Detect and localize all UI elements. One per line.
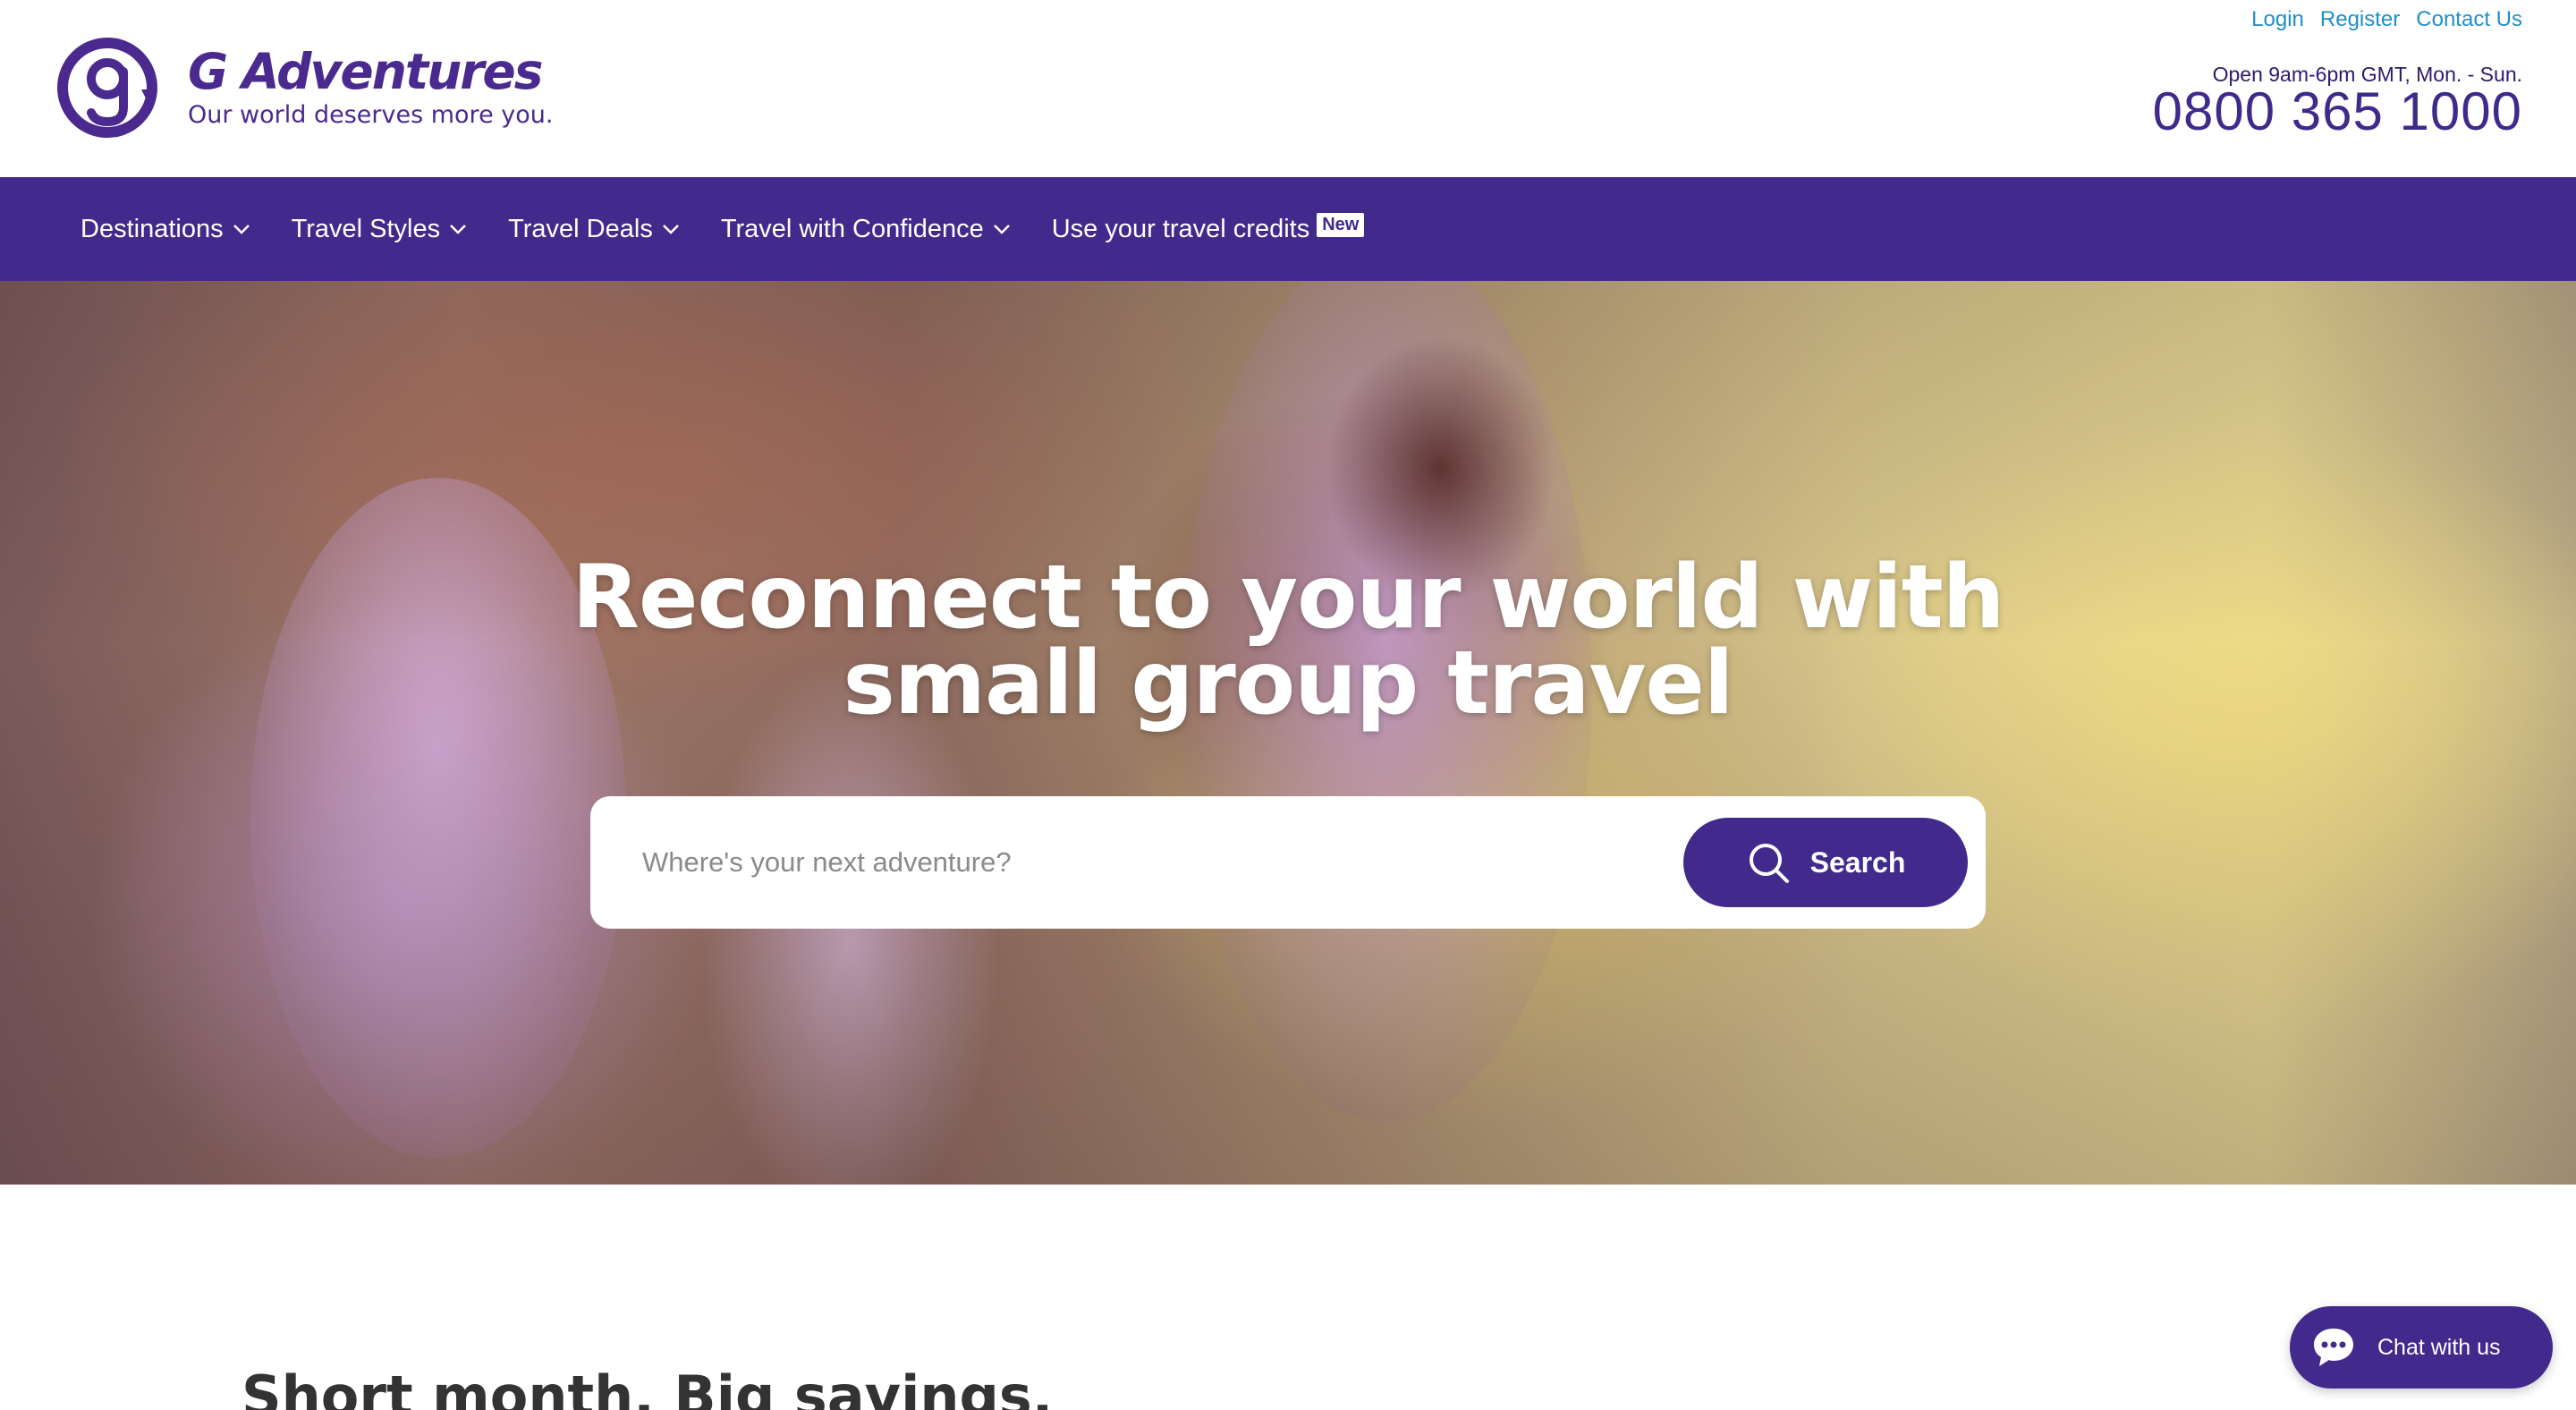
nav-item-label: Travel Deals	[508, 214, 653, 243]
nav-item-label: Travel with Confidence	[720, 214, 984, 243]
hero-title-line2: small group travel	[843, 633, 1734, 735]
g-logo-icon	[57, 38, 157, 138]
nav-item-label: Destinations	[80, 214, 224, 243]
search-input[interactable]	[642, 832, 1626, 893]
brand-name: G Adventures	[188, 43, 543, 100]
search-button-label: Search	[1809, 845, 1906, 879]
section-title: Short month. Big savings.	[242, 1363, 1054, 1410]
brand-tagline: Our world deserves more you.	[188, 101, 554, 129]
login-link[interactable]: Login	[2251, 7, 2304, 32]
search-bar: Search	[590, 796, 1986, 929]
nav-item-label: Use your travel credits	[1051, 214, 1310, 243]
search-button[interactable]: Search	[1683, 818, 1968, 907]
chevron-down-icon	[662, 225, 679, 234]
chat-label: Chat with us	[2377, 1334, 2501, 1360]
nav-item-label: Travel Styles	[291, 214, 441, 243]
chevron-down-icon	[450, 225, 467, 234]
phone-number[interactable]: 0800 365 1000	[2153, 81, 2522, 142]
main-nav: Destinations Travel Styles Travel Deals …	[0, 177, 2576, 281]
nav-item-travel-with-confidence[interactable]: Travel with Confidence	[721, 215, 1013, 244]
chat-button[interactable]: Chat with us	[2290, 1306, 2553, 1389]
register-link[interactable]: Register	[2320, 7, 2400, 32]
hero-banner: Reconnect to your world with small group…	[0, 281, 2576, 1185]
site-header: G Adventures Our world deserves more you…	[0, 0, 2576, 177]
chat-bubble-icon	[2314, 1329, 2353, 1366]
search-icon	[1749, 844, 1789, 883]
hero-title: Reconnect to your world with small group…	[0, 554, 2576, 727]
nav-item-travel-styles[interactable]: Travel Styles	[292, 215, 470, 244]
nav-item-travel-credits[interactable]: Use your travel credits New	[1051, 212, 1365, 244]
chevron-down-icon	[233, 225, 250, 234]
nav-item-travel-deals[interactable]: Travel Deals	[508, 215, 682, 244]
contact-link[interactable]: Contact Us	[2416, 7, 2522, 32]
nav-item-destinations[interactable]: Destinations	[80, 215, 252, 244]
utility-links: Login Register Contact Us	[2251, 7, 2522, 32]
new-badge: New	[1317, 212, 1365, 237]
chevron-down-icon	[993, 225, 1010, 234]
brand-logo[interactable]: G Adventures Our world deserves more you…	[55, 36, 553, 140]
